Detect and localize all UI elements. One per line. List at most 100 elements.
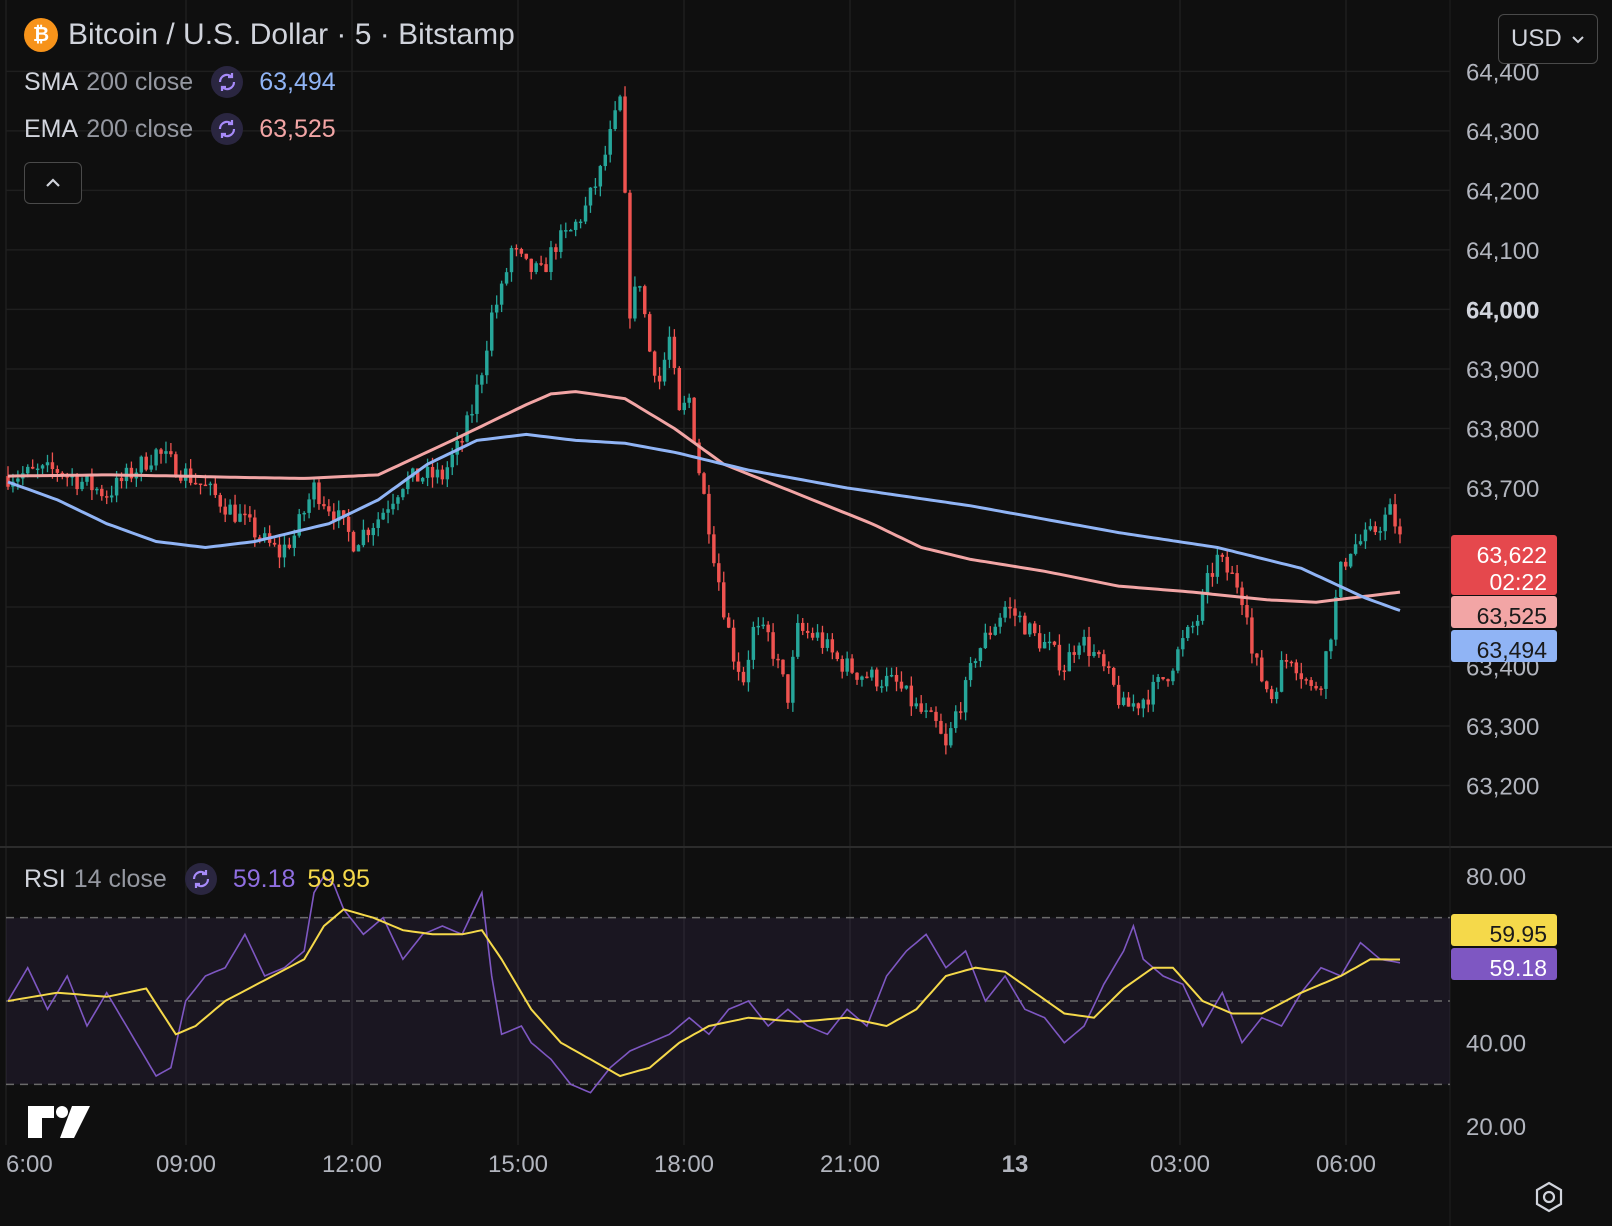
candle-body — [504, 272, 509, 284]
candle-body — [376, 519, 380, 528]
candle-body — [1052, 641, 1057, 645]
candle-body — [420, 477, 425, 482]
ema-line — [7, 390, 1401, 604]
last-price-badge-text: 63,622 — [1477, 542, 1547, 568]
candle-body — [1037, 633, 1042, 649]
candle-body — [1097, 652, 1101, 655]
candle-body — [144, 456, 148, 470]
candle-body — [228, 504, 232, 515]
tradingview-logo — [28, 1106, 90, 1143]
candle-body — [1309, 680, 1313, 686]
candle-body — [26, 466, 30, 474]
candle-body — [549, 247, 553, 273]
candle-body — [1314, 685, 1318, 689]
candle-body — [1200, 593, 1205, 621]
time-tick-label: 03:00 — [1150, 1151, 1210, 1178]
candle-body — [909, 685, 914, 707]
candle-body — [1348, 553, 1353, 567]
cycle-icon[interactable] — [184, 863, 217, 895]
candle-body — [1082, 636, 1086, 646]
candle-body — [904, 685, 909, 689]
candle-body — [272, 542, 277, 545]
candle-body — [796, 622, 800, 657]
candle-body — [588, 187, 593, 206]
candle-body — [1289, 661, 1294, 664]
sma-legend[interactable]: SMA 200 close 63,494 — [24, 66, 336, 98]
candle-body — [1378, 531, 1382, 533]
candle-body — [573, 221, 578, 230]
rsi-legend[interactable]: RSI 14 close 59.18 59.95 — [24, 863, 370, 895]
candle-body — [672, 336, 677, 368]
candle-body — [509, 248, 514, 273]
candle-body — [998, 617, 1002, 627]
candle-body — [104, 496, 109, 498]
candle-body — [879, 686, 884, 688]
candle-body — [139, 456, 144, 473]
candle-body — [425, 466, 430, 478]
candle-body — [95, 488, 99, 491]
rsi-value: 59.18 — [232, 864, 296, 893]
candle-body — [208, 483, 213, 486]
candle-body — [1225, 556, 1229, 573]
chart-canvas[interactable]: 64,40064,30064,20064,10064,00063,90063,8… — [0, 0, 1612, 1226]
candle-body — [485, 350, 489, 376]
candle-body — [568, 229, 573, 232]
candle-body — [949, 728, 953, 746]
cycle-icon[interactable] — [211, 113, 244, 145]
rsi-band — [6, 916, 1450, 1086]
candle-body — [30, 466, 35, 469]
candle-body — [218, 495, 222, 507]
rsi-badge-text: 59.18 — [1489, 955, 1547, 981]
candle-body — [1269, 689, 1274, 700]
ema-name: EMA — [24, 114, 79, 143]
candle-body — [480, 375, 484, 385]
candle-body — [593, 186, 598, 188]
candle-body — [1324, 651, 1328, 689]
candle-body — [726, 617, 731, 628]
ema-legend[interactable]: EMA 200 close 63,525 — [24, 113, 336, 145]
symbol-title[interactable]: ₿ Bitcoin / U.S. Dollar · 5 · Bitstamp — [24, 18, 515, 52]
settings-icon[interactable] — [1532, 1180, 1566, 1219]
candle-body — [183, 468, 188, 481]
candle-body — [445, 467, 450, 480]
candle-body — [169, 451, 173, 455]
candle-body — [381, 512, 385, 520]
candle-body — [677, 367, 682, 411]
candle-body — [717, 563, 721, 583]
candle-body — [830, 639, 835, 653]
candle-body — [939, 720, 943, 734]
cycle-icon[interactable] — [211, 66, 244, 98]
candle-body — [282, 544, 287, 558]
candle-body — [1151, 681, 1155, 705]
currency-select[interactable]: USD — [1498, 14, 1598, 64]
candle-body — [287, 544, 292, 548]
candle-body — [40, 465, 45, 469]
candle-body — [638, 286, 642, 288]
candle-body — [317, 482, 321, 505]
rsi-tick-label: 80.00 — [1466, 864, 1526, 891]
candle-body — [154, 449, 158, 466]
candle-body — [815, 632, 820, 638]
candle-body — [805, 630, 810, 633]
candle-body — [687, 397, 691, 403]
candle-body — [499, 283, 504, 305]
bitcoin-icon: ₿ — [24, 18, 58, 52]
candle-body — [1388, 504, 1392, 515]
candle-body — [771, 632, 775, 659]
collapse-legend-button[interactable] — [24, 162, 82, 204]
price-tick-label: 64,200 — [1466, 178, 1539, 205]
candle-body — [1146, 699, 1150, 705]
candle-body — [519, 248, 524, 254]
candle-body — [934, 711, 938, 721]
candle-body — [1393, 504, 1397, 527]
price-tick-label: 63,700 — [1466, 476, 1539, 503]
candle-body — [35, 468, 40, 471]
candle-body — [894, 674, 899, 682]
candle-body — [544, 264, 548, 273]
candle-body — [435, 469, 440, 478]
candle-body — [667, 336, 672, 360]
candle-body — [198, 483, 203, 486]
candle-body — [845, 658, 849, 672]
candle-body — [860, 676, 864, 680]
candle-body — [450, 454, 454, 468]
